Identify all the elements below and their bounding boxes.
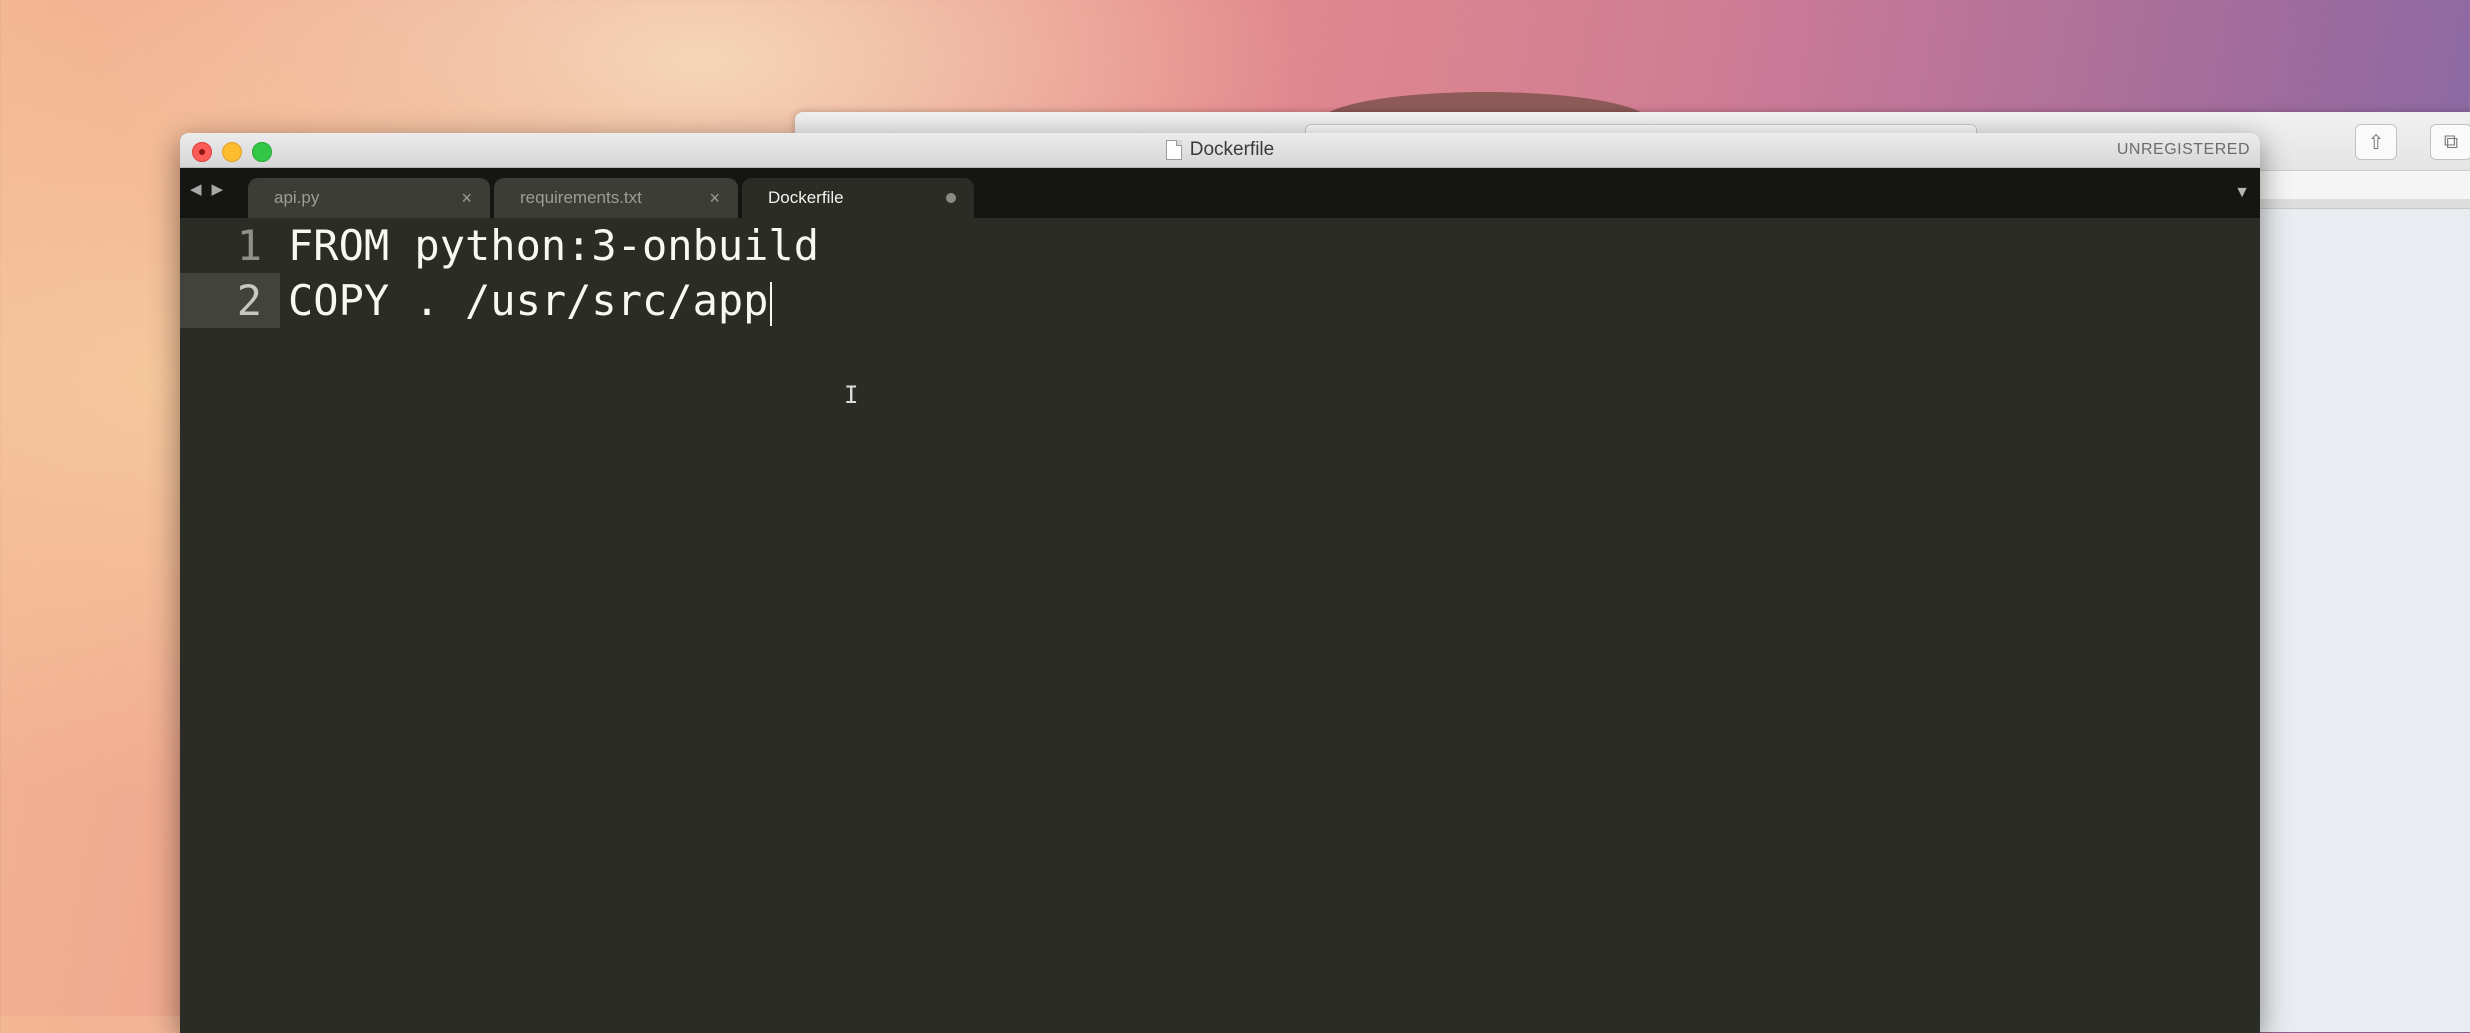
tabs-overview-icon[interactable]: ⧉ [2430,124,2470,160]
text-caret [770,281,773,326]
tab-label: requirements.txt [520,188,642,207]
line-text[interactable]: COPY . /usr/src/app [288,276,768,325]
window-title: Dockerfile [1189,139,1275,160]
share-icon[interactable]: ⇧ [2355,124,2397,160]
code-editor[interactable]: 1 FROM python:3-onbuild 2 COPY . /usr/sr… [180,218,2260,1033]
tab-close-icon[interactable]: × [709,188,720,209]
tab-bar: ◀ ▶ api.py × requirements.txt × Dockerfi… [180,168,2260,218]
title-bar[interactable]: Dockerfile UNREGISTERED [180,133,2260,168]
tab-close-icon[interactable]: × [461,188,472,209]
line-number: 1 [236,221,262,270]
code-line[interactable]: 1 FROM python:3-onbuild [180,218,2260,273]
code-line-current[interactable]: 2 COPY . /usr/src/app [180,273,2260,328]
document-icon [1165,140,1182,160]
tab-navigation: ◀ ▶ [190,180,223,198]
text-cursor-icon: I [844,381,859,409]
registration-status: UNREGISTERED [2116,141,2250,158]
line-text-container[interactable]: COPY . /usr/src/app [280,273,773,328]
tab-api-py[interactable]: api.py × [248,178,490,218]
window-title-group: Dockerfile [180,133,2260,167]
browser-tab-strip [2250,170,2470,199]
tab-label: Dockerfile [768,188,844,207]
dirty-dot-icon[interactable] [946,193,956,203]
line-text[interactable]: FROM python:3-onbuild [280,218,819,273]
line-number: 2 [180,273,280,328]
forward-arrow-icon[interactable]: ▶ [212,180,224,198]
tab-label: api.py [274,188,320,207]
tab-dockerfile[interactable]: Dockerfile [742,178,974,218]
tab-menu-icon[interactable]: ▼ [2234,184,2250,202]
editor-window[interactable]: Dockerfile UNREGISTERED ◀ ▶ api.py × req… [180,133,2260,1033]
tab-requirements-txt[interactable]: requirements.txt × [494,178,738,218]
back-arrow-icon[interactable]: ◀ [190,180,202,198]
